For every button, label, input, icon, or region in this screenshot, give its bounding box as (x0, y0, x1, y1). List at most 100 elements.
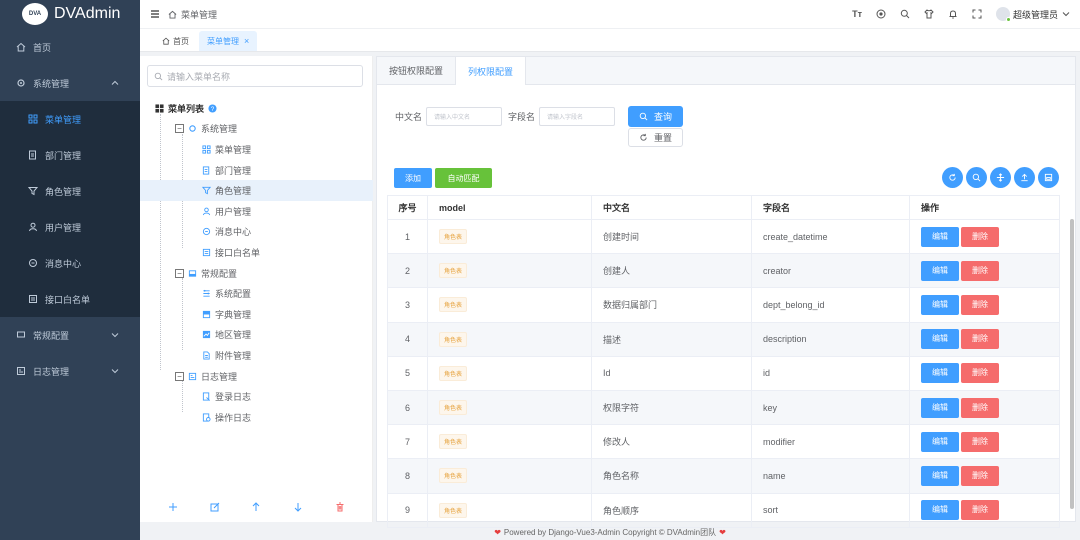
tree-node-menu[interactable]: 菜单管理 (140, 139, 373, 160)
tree-node-label: 角色管理 (215, 186, 252, 197)
bell-icon[interactable] (948, 9, 958, 19)
cell-actions: 编辑 删除 (909, 424, 1060, 460)
reset-button[interactable]: 重置 (628, 128, 683, 147)
delete-button[interactable]: 删除 (961, 294, 999, 315)
field-name-input[interactable]: 请输入字段名 (539, 107, 616, 126)
search-icon[interactable] (900, 9, 910, 19)
sidebar-item-config[interactable]: 常规配置 (0, 317, 140, 353)
move-up-icon[interactable] (251, 502, 261, 512)
tree-search-input[interactable]: 请输入菜单名称 (147, 65, 363, 87)
delete-button[interactable]: 删除 (961, 500, 999, 521)
edit-button[interactable]: 编辑 (921, 397, 959, 418)
tree-node-sysconfig[interactable]: 系统配置 (140, 283, 373, 304)
tree-node-role[interactable]: 角色管理 (140, 180, 373, 201)
cn-name-placeholder: 请输入中文名 (434, 115, 471, 121)
sidebar-item-home[interactable]: 首页 (0, 29, 140, 65)
search-toggle-button[interactable] (966, 167, 987, 188)
tree-node-user[interactable]: 用户管理 (140, 201, 373, 222)
tree-node-logs[interactable]: − 日志管理 (140, 366, 373, 387)
delete-button[interactable]: 删除 (961, 226, 999, 247)
move-down-icon[interactable] (293, 502, 303, 512)
delete-button[interactable]: 删除 (961, 431, 999, 452)
edit-button[interactable]: 编辑 (921, 260, 959, 281)
close-icon[interactable]: × (244, 36, 249, 46)
add-button[interactable]: 添加 (394, 168, 432, 188)
heart-icon: ❤ (494, 527, 501, 537)
delete-button[interactable]: 删除 (961, 329, 999, 350)
auto-match-button[interactable]: 自动匹配 (435, 168, 492, 188)
add-icon[interactable] (168, 502, 178, 512)
collapse-icon[interactable]: − (175, 371, 184, 381)
tree-node-label: 日志管理 (201, 371, 238, 382)
tree-node-login-log[interactable]: 登录日志 (140, 386, 373, 407)
refresh-button[interactable] (942, 167, 963, 188)
sidebar-item-user[interactable]: 用户管理 (0, 209, 140, 245)
tree-node-operation-log[interactable]: 操作日志 (140, 407, 373, 428)
query-label: 查询 (653, 112, 672, 122)
print-button[interactable] (1038, 167, 1059, 188)
map-icon (202, 330, 211, 339)
delete-button[interactable]: 删除 (961, 465, 999, 486)
edit-button[interactable]: 编辑 (921, 329, 959, 350)
tree-node-label: 字典管理 (215, 309, 252, 320)
table-toolbar (939, 167, 1059, 188)
sidebar-item-role[interactable]: 角色管理 (0, 173, 140, 209)
delete-button[interactable]: 删除 (961, 363, 999, 384)
export-button[interactable] (1014, 167, 1035, 188)
sidebar-item-whitelist[interactable]: 接口白名单 (0, 281, 140, 317)
cell-field-name: dept_belong_id (751, 287, 910, 323)
tree-node-dictionary[interactable]: 字典管理 (140, 304, 373, 325)
tree-node-config[interactable]: − 常规配置 (140, 263, 373, 284)
cn-name-input[interactable]: 请输入中文名 (426, 107, 503, 126)
tree-node-message[interactable]: 消息中心 (140, 222, 373, 243)
edit-icon[interactable] (210, 502, 220, 512)
cn-name-label: 中文名 (395, 112, 423, 122)
edit-button[interactable]: 编辑 (921, 363, 959, 384)
collapse-icon[interactable]: − (175, 268, 184, 278)
edit-button[interactable]: 编辑 (921, 431, 959, 452)
sidebar-item-department[interactable]: 部门管理 (0, 137, 140, 173)
tag-menu-manage[interactable]: 菜单管理 × (199, 31, 258, 51)
shirt-icon[interactable] (924, 9, 934, 19)
app-logo[interactable]: DVA DVAdmin (0, 0, 140, 28)
sidebar-item-message[interactable]: 消息中心 (0, 245, 140, 281)
tab-column-permission[interactable]: 列权限配置 (456, 57, 527, 85)
hamburger-icon[interactable] (150, 9, 160, 19)
tree-node-department[interactable]: 部门管理 (140, 160, 373, 181)
edit-button[interactable]: 编辑 (921, 294, 959, 315)
user-menu[interactable]: 超级管理员 (995, 7, 1070, 22)
list-icon (28, 294, 38, 304)
help-icon[interactable]: ? (208, 104, 217, 113)
tree-node-whitelist[interactable]: 接口白名单 (140, 242, 373, 263)
search-icon (972, 173, 981, 182)
tree-node-region[interactable]: 地区管理 (140, 325, 373, 346)
query-button[interactable]: 查询 (628, 106, 683, 127)
collapse-icon[interactable]: − (175, 124, 184, 134)
breadcrumb-current[interactable]: 菜单管理 (181, 8, 217, 21)
sidebar-item-logs[interactable]: 日志管理 (0, 353, 140, 389)
tree-node-attachment[interactable]: 附件管理 (140, 345, 373, 366)
tree-node-label: 常规配置 (201, 268, 238, 279)
monitor-icon (16, 330, 26, 340)
tree-node-system[interactable]: − 系统管理 (140, 119, 373, 140)
sidebar-item-system[interactable]: 系统管理 (0, 65, 140, 101)
delete-button[interactable]: 删除 (961, 397, 999, 418)
cell-cn-name: 数据归属部门 (591, 287, 752, 323)
trash-icon[interactable] (335, 502, 345, 512)
edit-button[interactable]: 编辑 (921, 226, 959, 247)
fullscreen-icon[interactable] (972, 9, 982, 19)
delete-button[interactable]: 删除 (961, 260, 999, 281)
tag-home[interactable]: 首页 (154, 31, 197, 51)
sidebar-item-menu[interactable]: 菜单管理 (0, 101, 140, 137)
tree-node-label: 用户管理 (215, 206, 252, 217)
theme-icon[interactable] (876, 9, 886, 19)
table-scrollbar[interactable] (1070, 219, 1074, 509)
font-size-icon[interactable]: Tт (852, 9, 862, 19)
field-name-label: 字段名 (508, 112, 536, 122)
columns-button[interactable] (990, 167, 1011, 188)
edit-button[interactable]: 编辑 (921, 465, 959, 486)
tab-button-permission[interactable]: 按钮权限配置 (377, 57, 457, 84)
heart-icon: ❤ (719, 527, 726, 537)
edit-button[interactable]: 编辑 (921, 500, 959, 521)
tree-root[interactable]: 菜单列表 ? (140, 98, 373, 119)
